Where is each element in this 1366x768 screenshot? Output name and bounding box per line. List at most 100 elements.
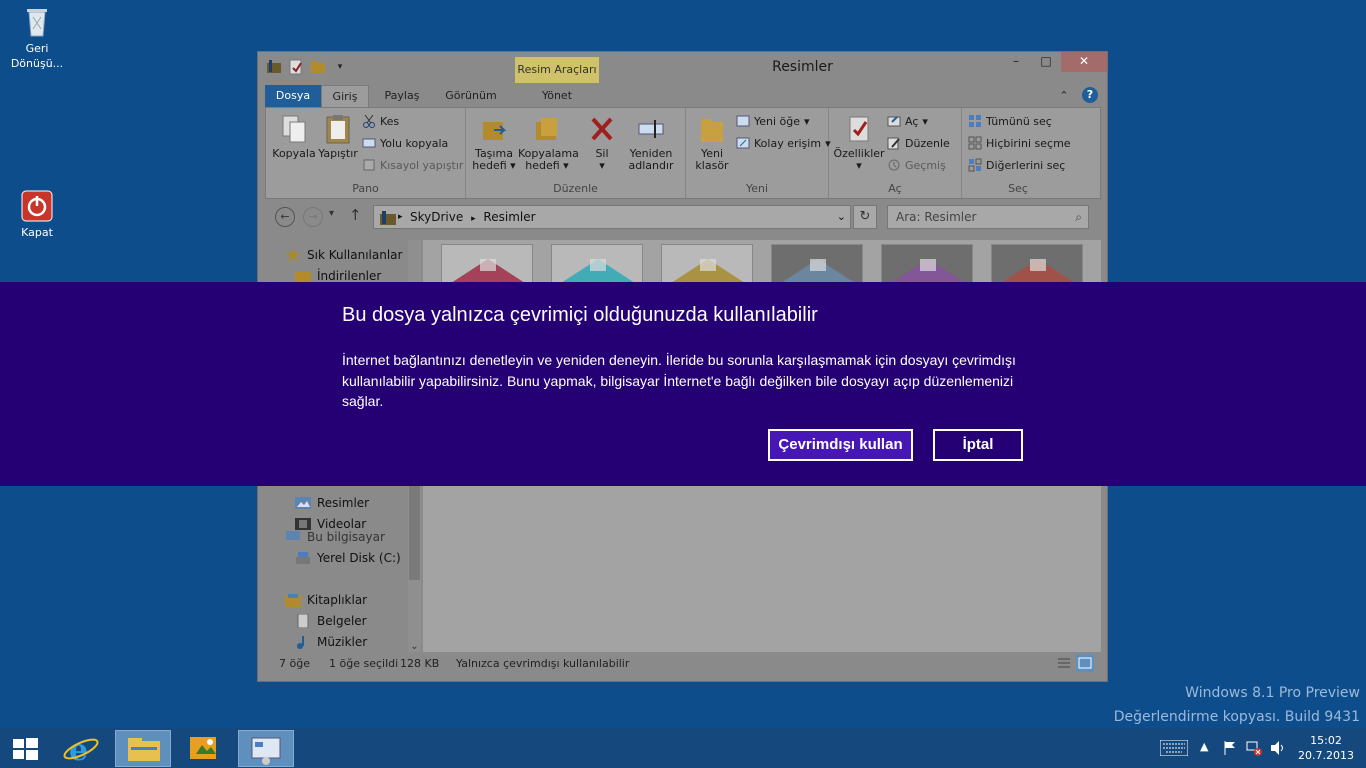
document-icon <box>295 613 311 629</box>
select-all-button[interactable]: Tümünü seç <box>968 114 1052 128</box>
taskbar-control-panel[interactable] <box>238 730 294 767</box>
group-label-new: Yeni <box>745 182 769 195</box>
desktop-icon-shutdown[interactable]: Kapat <box>2 189 72 240</box>
delete-button[interactable]: Sil ▾ <box>582 114 622 172</box>
power-icon <box>20 189 54 223</box>
tab-manage[interactable]: Yönet <box>515 85 599 107</box>
paste-shortcut-button[interactable]: Kısayol yapıştır <box>362 158 463 172</box>
breadcrumb-skydrive[interactable]: SkyDrive <box>410 210 463 224</box>
maximize-button[interactable]: □ <box>1031 52 1061 72</box>
photos-icon <box>190 737 216 759</box>
status-size: 128 KB <box>400 657 440 670</box>
watermark-line-2: Değerlendirme kopyası. Build 9431 <box>1113 709 1360 725</box>
forward-button[interactable]: → <box>303 207 323 227</box>
close-button[interactable]: ✕ <box>1061 52 1107 72</box>
minimize-button[interactable]: – <box>1001 52 1031 72</box>
volume-icon[interactable] <box>1270 740 1286 756</box>
system-clock[interactable]: 15:02 20.7.2013 <box>1296 733 1356 763</box>
taskbar-file-explorer[interactable] <box>115 730 171 767</box>
clock-date: 20.7.2013 <box>1298 749 1354 762</box>
desktop-icon-recycle-bin[interactable]: Geri Dönüşü... <box>2 5 72 71</box>
address-dropdown-icon[interactable]: ⌄ <box>837 206 846 228</box>
show-hidden-icons-icon[interactable]: ▲ <box>1200 740 1208 753</box>
status-selected: 1 öğe seçildi <box>329 657 399 670</box>
details-view-icon[interactable] <box>1056 655 1072 671</box>
computer-icon <box>285 530 301 544</box>
open-icon <box>887 114 901 128</box>
select-none-button[interactable]: Hiçbirini seçme <box>968 136 1071 150</box>
nav-documents[interactable]: Belgeler <box>295 613 367 629</box>
image-thumbnail[interactable] <box>771 244 863 284</box>
drive-icon <box>295 551 311 565</box>
easy-access-button[interactable]: Kolay erişim ▾ <box>736 136 831 150</box>
address-bar[interactable]: ▸ SkyDrive ▸ Resimler ⌄ <box>373 205 851 229</box>
copy-button[interactable]: Kopyala <box>272 114 316 160</box>
edit-button[interactable]: Düzenle <box>887 136 950 150</box>
breadcrumb-pictures[interactable]: Resimler <box>483 210 535 224</box>
use-offline-button[interactable]: Çevrimdışı kullan <box>768 429 913 461</box>
breadcrumb-separator-icon: ▸ <box>398 212 403 222</box>
nav-videos[interactable]: Videolar <box>295 517 366 531</box>
copy-to-button[interactable]: Kopyalama hedefi ▾ <box>518 114 579 172</box>
up-arrow-icon[interactable]: ↑ <box>349 206 362 224</box>
dialog-title: Bu dosya yalnızca çevrimiçi olduğunuzda … <box>342 304 818 326</box>
nav-local-disk[interactable]: Yerel Disk (C:) <box>295 551 401 565</box>
thumbnail-row <box>441 244 1083 284</box>
tab-home[interactable]: Giriş <box>321 85 369 107</box>
help-icon[interactable]: ? <box>1082 87 1098 103</box>
cancel-button[interactable]: İptal <box>933 429 1023 461</box>
history-button[interactable]: Geçmiş <box>887 158 946 172</box>
nav-this-pc[interactable]: Bu bilgisayar <box>285 530 385 544</box>
star-icon <box>285 248 301 262</box>
rename-button[interactable]: Yeniden adlandır <box>626 114 676 172</box>
downloads-folder-icon <box>295 269 311 283</box>
easy-access-icon <box>736 136 750 150</box>
group-new: Yeni klasör Yeni öğe ▾ Kolay erişim ▾ Yen… <box>686 108 831 198</box>
window-controls: – □ ✕ <box>1001 52 1107 72</box>
properties-button[interactable]: Özellikler ▾ <box>833 114 885 172</box>
taskbar-internet-explorer[interactable]: e <box>55 730 111 768</box>
cut-button[interactable]: Kes <box>362 114 399 128</box>
copy-path-button[interactable]: Yolu kopyala <box>362 136 448 150</box>
nav-pictures-item[interactable]: Resimler <box>295 496 369 510</box>
invert-selection-button[interactable]: Diğerlerini seç <box>968 158 1065 172</box>
large-icons-view-icon[interactable] <box>1076 654 1094 672</box>
image-thumbnail[interactable] <box>991 244 1083 284</box>
move-to-button[interactable]: Taşıma hedefi ▾ <box>470 114 518 172</box>
nav-libraries[interactable]: Kitaplıklar <box>285 593 367 607</box>
taskbar-pictures-app[interactable] <box>176 730 232 767</box>
tab-view[interactable]: Görünüm <box>436 85 506 107</box>
delete-x-icon <box>588 114 616 144</box>
search-icon[interactable]: ⌕ <box>1075 206 1082 228</box>
scroll-down-icon[interactable]: ⌄ <box>408 641 421 652</box>
refresh-icon[interactable]: ↻ <box>853 205 877 229</box>
tab-file[interactable]: Dosya <box>265 85 321 107</box>
image-thumbnail[interactable] <box>881 244 973 284</box>
status-availability: Yalnızca çevrimdışı kullanılabilir <box>456 657 630 670</box>
paste-button[interactable]: Yapıştır <box>316 114 360 160</box>
action-center-flag-icon[interactable] <box>1222 740 1238 756</box>
new-folder-button[interactable]: Yeni klasör <box>692 114 732 172</box>
image-thumbnail[interactable] <box>441 244 533 284</box>
back-button[interactable]: ← <box>275 207 295 227</box>
ribbon-collapse-icon[interactable]: ⌃ <box>1056 85 1072 107</box>
open-button[interactable]: Aç ▾ <box>887 114 928 128</box>
shutdown-label: Kapat <box>21 226 53 239</box>
new-item-icon <box>736 114 750 128</box>
internet-explorer-icon: e <box>63 733 99 768</box>
start-button[interactable] <box>0 730 50 767</box>
select-all-icon <box>968 114 982 128</box>
recent-locations-icon[interactable]: ▾ <box>329 208 334 219</box>
new-item-button[interactable]: Yeni öğe ▾ <box>736 114 810 128</box>
search-input[interactable]: Ara: Resimler ⌕ <box>887 205 1089 229</box>
keyboard-icon[interactable] <box>1159 739 1189 757</box>
tab-share[interactable]: Paylaş <box>374 85 430 107</box>
nav-music[interactable]: Müzikler <box>295 635 367 649</box>
group-open: Özellikler ▾ Aç ▾ Düzenle Geçmiş Aç <box>829 108 962 198</box>
network-disconnected-icon[interactable] <box>1246 740 1262 756</box>
nav-downloads[interactable]: İndirilenler <box>295 269 381 283</box>
image-thumbnail[interactable] <box>661 244 753 284</box>
image-thumbnail[interactable] <box>551 244 643 284</box>
nav-favorites[interactable]: Sık Kullanılanlar <box>285 248 402 262</box>
group-clipboard: Kopyala Yapıştır Kes Yolu kopyala Kısayo… <box>266 108 466 198</box>
